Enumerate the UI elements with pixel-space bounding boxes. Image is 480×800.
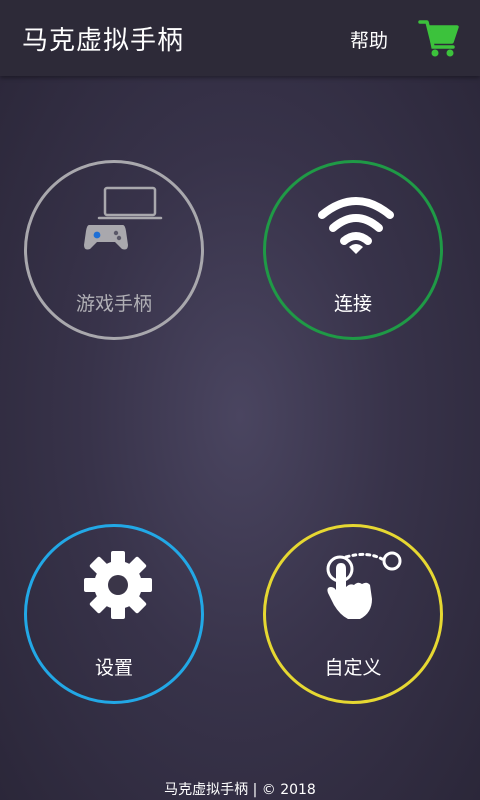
connect-label: 连接 [333, 293, 372, 315]
custom-tile[interactable]: 自定义 [263, 524, 443, 704]
footer-copyright: 马克虚拟手柄 | © 2018 [164, 782, 316, 798]
help-button[interactable]: 帮助 [350, 26, 388, 53]
settings-label: 设置 [94, 657, 133, 679]
custom-label: 自定义 [324, 657, 382, 679]
gamepad-laptop-icon [84, 186, 163, 250]
settings-tile[interactable]: 设置 [24, 524, 204, 704]
gamepad-tile[interactable]: 游戏手柄 [24, 160, 204, 340]
wifi-icon [318, 197, 394, 254]
gamepad-label: 游戏手柄 [75, 293, 152, 315]
gear-icon [84, 551, 152, 619]
connect-tile[interactable]: 连接 [263, 160, 443, 340]
app-title: 马克虚拟手柄 [22, 26, 185, 56]
shopping-cart-icon[interactable] [418, 18, 460, 58]
app-bar: 马克虚拟手柄 帮助 [0, 0, 480, 76]
touch-gesture-icon [326, 551, 402, 619]
